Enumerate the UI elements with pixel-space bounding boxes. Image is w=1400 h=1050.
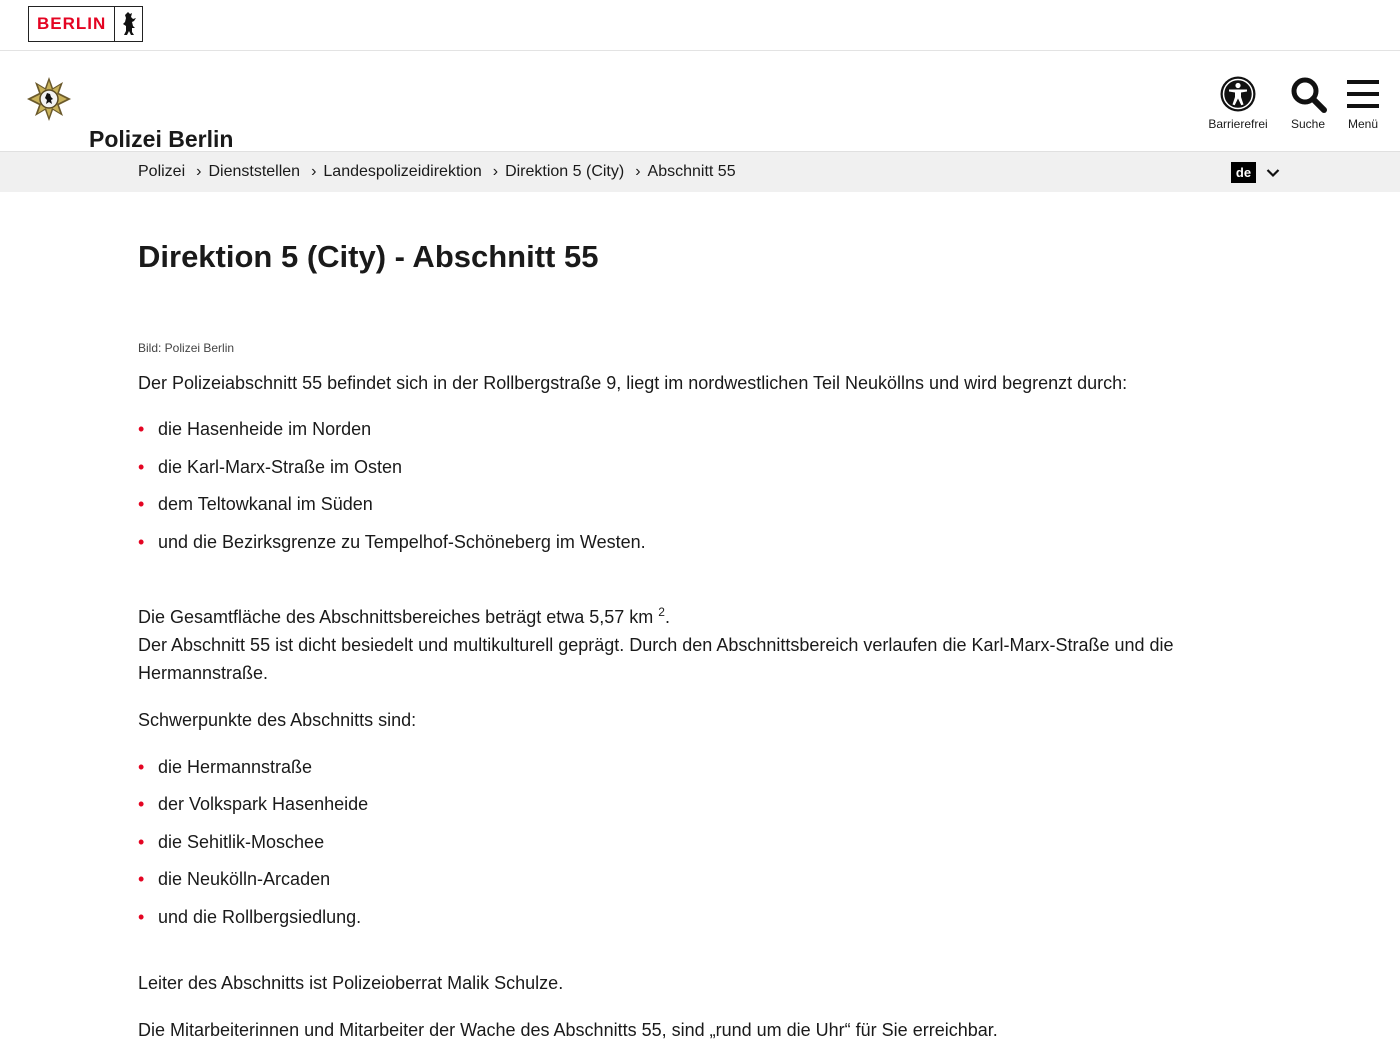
accessibility-icon (1220, 76, 1256, 112)
leader-paragraph: Leiter des Abschnitts ist Polizeioberrat… (138, 972, 564, 993)
hamburger-menu-icon (1347, 80, 1379, 108)
top-bar: BERLIN (0, 0, 1400, 51)
main-content: Direktion 5 (City) - Abschnitt 55 Bild: … (138, 193, 1248, 1044)
list-item: und die Bezirksgrenze zu Tempelhof-Schön… (138, 528, 1248, 556)
area-superscript: 2 (658, 604, 665, 619)
menu-label: Menü (1347, 117, 1379, 131)
description-text: Der Abschnitt 55 ist dicht besiedelt und… (138, 634, 1174, 683)
chevron-right-icon: › (635, 163, 641, 180)
chevron-right-icon: › (492, 163, 499, 180)
accessibility-label: Barrierefrei (1208, 117, 1268, 131)
breadcrumb-item-direktion-5[interactable]: Direktion 5 (City) (505, 163, 624, 181)
header-tools: Barrierefrei Suche Menü (1202, 75, 1384, 131)
bear-icon (115, 7, 142, 41)
area-period: . (664, 606, 670, 627)
list-item: dem Teltowkanal im Süden (138, 490, 1248, 518)
list-item: die Hasenheide im Norden (138, 415, 1248, 443)
police-star-icon[interactable] (27, 77, 71, 121)
berlin-logo[interactable]: BERLIN (28, 6, 143, 42)
list-item: und die Rollbergsiedlung. (138, 903, 1248, 931)
chevron-down-icon (1266, 168, 1280, 178)
breadcrumb-item-landespolizeidirektion[interactable]: Landespolizeidirektion (323, 163, 481, 181)
list-item: die Karl-Marx-Straße im Osten (138, 453, 1248, 481)
search-label: Suche (1290, 117, 1326, 131)
list-item: die Sehitlik-Moschee (138, 828, 1248, 856)
list-item: die Hermannstraße (138, 753, 1248, 781)
intro-paragraph: Der Polizeiabschnitt 55 befindet sich in… (138, 373, 1128, 393)
language-selector[interactable]: de (1231, 162, 1280, 183)
focus-intro: Schwerpunkte des Abschnitts sind: (138, 709, 417, 730)
borders-list: die Hasenheide im Norden die Karl-Marx-S… (138, 415, 1248, 556)
berlin-logo-text: BERLIN (37, 14, 107, 33)
list-item: die Neukölln-Arcaden (138, 865, 1248, 893)
accessibility-button[interactable]: Barrierefrei (1202, 75, 1274, 131)
breadcrumb: Polizei › Dienststellen › Landespolizeid… (138, 152, 736, 192)
area-paragraph: Die Gesamtfläche des Abschnittsbereiches… (138, 603, 1248, 687)
breadcrumb-bar: Polizei › Dienststellen › Landespolizeid… (0, 152, 1400, 192)
breadcrumb-item-dienststellen[interactable]: Dienststellen (208, 163, 300, 181)
search-button[interactable]: Suche (1274, 75, 1342, 131)
area-text: Die Gesamtfläche des Abschnittsbereiches… (138, 606, 659, 627)
breadcrumb-item-abschnitt-55: Abschnitt 55 (647, 163, 736, 180)
search-icon (1291, 77, 1327, 113)
menu-button[interactable]: Menü (1342, 75, 1384, 131)
breadcrumb-item-polizei[interactable]: Polizei (138, 163, 185, 181)
list-item: der Volkspark Hasenheide (138, 790, 1248, 818)
availability-paragraph: Die Mitarbeiterinnen und Mitarbeiter der… (138, 1019, 998, 1040)
image-credit: Bild: Polizei Berlin (138, 341, 235, 355)
language-code: de (1231, 162, 1256, 183)
page-title: Direktion 5 (City) - Abschnitt 55 (138, 239, 599, 274)
chevron-right-icon: › (196, 163, 202, 180)
focus-list: die Hermannstraße der Volkspark Hasenhei… (138, 753, 1248, 931)
site-header: Polizei Berlin Barrierefrei Suche Menü (0, 51, 1400, 152)
chevron-right-icon: › (311, 163, 317, 180)
